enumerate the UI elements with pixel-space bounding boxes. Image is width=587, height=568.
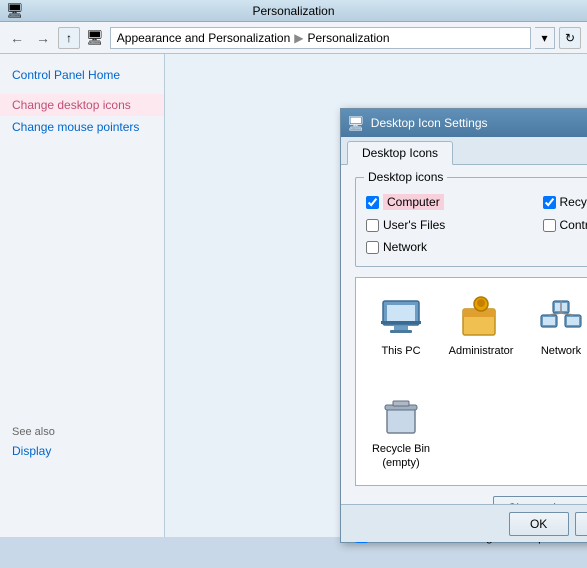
icon-this-pc[interactable]: This PC xyxy=(366,288,436,376)
title-bar: 🖥 Personalization xyxy=(0,0,587,22)
icons-grid: This PC Administrator xyxy=(366,288,587,475)
icon-network[interactable]: Network xyxy=(526,288,587,376)
icons-grid-container: This PC Administrator xyxy=(355,277,587,486)
address-bar: ← → ↑ 🖥 Appearance and Personalization ▶… xyxy=(0,22,587,54)
recycle-bin-empty-label: Recycle Bin(empty) xyxy=(372,443,430,469)
desktop-icons-group: Desktop icons Computer Recycle Bin xyxy=(355,177,587,267)
tab-desktop-icons[interactable]: Desktop Icons xyxy=(347,141,453,165)
title-bar-icon: 🖥 xyxy=(6,2,24,19)
dialog-title-bar: 🖥 Desktop Icon Settings ✕ xyxy=(341,109,587,137)
address-icon: 🖥 xyxy=(86,29,104,46)
this-pc-icon xyxy=(377,293,425,341)
refresh-button[interactable]: ↻ xyxy=(559,27,581,49)
group-legend: Desktop icons xyxy=(364,170,447,184)
see-also-label: See also xyxy=(12,426,152,438)
checkbox-control-panel-label[interactable]: Control Panel xyxy=(560,218,587,232)
forward-button[interactable]: → xyxy=(32,27,54,49)
breadcrumb: Appearance and Personalization ▶ Persona… xyxy=(110,27,531,49)
network-icon xyxy=(537,293,585,341)
tab-bar: Desktop Icons xyxy=(341,137,587,165)
ok-button[interactable]: OK xyxy=(509,512,569,536)
dialog-title: Desktop Icon Settings xyxy=(371,116,488,130)
dialog-title-left: 🖥 Desktop Icon Settings xyxy=(347,115,488,132)
checkbox-users-files-row: User's Files xyxy=(366,218,533,232)
recycle-bin-empty-icon xyxy=(377,391,425,439)
main-layout: Control Panel Home Change desktop icons … xyxy=(0,54,587,537)
checkbox-network-row: Network xyxy=(366,240,533,254)
checkbox-grid: Computer Recycle Bin User's Files xyxy=(366,186,587,258)
network-label: Network xyxy=(541,345,581,358)
dialog-icon: 🖥 xyxy=(347,115,365,132)
administrator-icon xyxy=(457,293,505,341)
checkbox-users-files[interactable] xyxy=(366,219,379,232)
up-button[interactable]: ↑ xyxy=(58,27,80,49)
checkbox-recycle-bin-label[interactable]: Recycle Bin xyxy=(560,195,587,209)
address-dropdown[interactable]: ▾ xyxy=(535,27,555,49)
title-bar-text: Personalization xyxy=(252,4,334,18)
checkbox-computer-label[interactable]: Computer xyxy=(383,194,444,210)
back-button[interactable]: ← xyxy=(6,27,28,49)
dialog-footer: OK Cancel Apply xyxy=(341,504,587,542)
checkbox-computer-row: Computer xyxy=(366,194,533,210)
sidebar: Control Panel Home Change desktop icons … xyxy=(0,54,165,537)
sidebar-change-mouse-pointers[interactable]: Change mouse pointers xyxy=(0,116,164,138)
see-also-section: See also xyxy=(0,418,164,440)
sidebar-change-desktop-icons[interactable]: Change desktop icons xyxy=(0,94,164,116)
checkbox-network[interactable] xyxy=(366,241,379,254)
checkbox-network-label[interactable]: Network xyxy=(383,240,427,254)
administrator-label: Administrator xyxy=(449,345,514,358)
this-pc-label: This PC xyxy=(381,345,420,358)
sidebar-control-panel-home[interactable]: Control Panel Home xyxy=(0,64,164,86)
cancel-button[interactable]: Cancel xyxy=(575,512,587,536)
breadcrumb-root: Appearance and Personalization xyxy=(117,31,290,45)
checkbox-users-files-label[interactable]: User's Files xyxy=(383,218,445,232)
sidebar-display[interactable]: Display xyxy=(0,440,164,462)
icon-administrator[interactable]: Administrator xyxy=(446,288,516,376)
dialog-desktop-icon-settings: 🖥 Desktop Icon Settings ✕ Desktop Icons … xyxy=(340,108,587,543)
icon-recycle-bin-empty[interactable]: Recycle Bin(empty) xyxy=(366,386,436,474)
checkbox-control-panel-row: Control Panel xyxy=(543,218,587,232)
breadcrumb-separator: ▶ xyxy=(294,31,303,45)
checkbox-recycle-bin-row: Recycle Bin xyxy=(543,194,587,210)
main-content: 🖥 Desktop Icon Settings ✕ Desktop Icons … xyxy=(165,54,587,537)
breadcrumb-current: Personalization xyxy=(307,31,389,45)
checkbox-control-panel[interactable] xyxy=(543,219,556,232)
checkbox-recycle-bin[interactable] xyxy=(543,196,556,209)
checkbox-computer[interactable] xyxy=(366,196,379,209)
